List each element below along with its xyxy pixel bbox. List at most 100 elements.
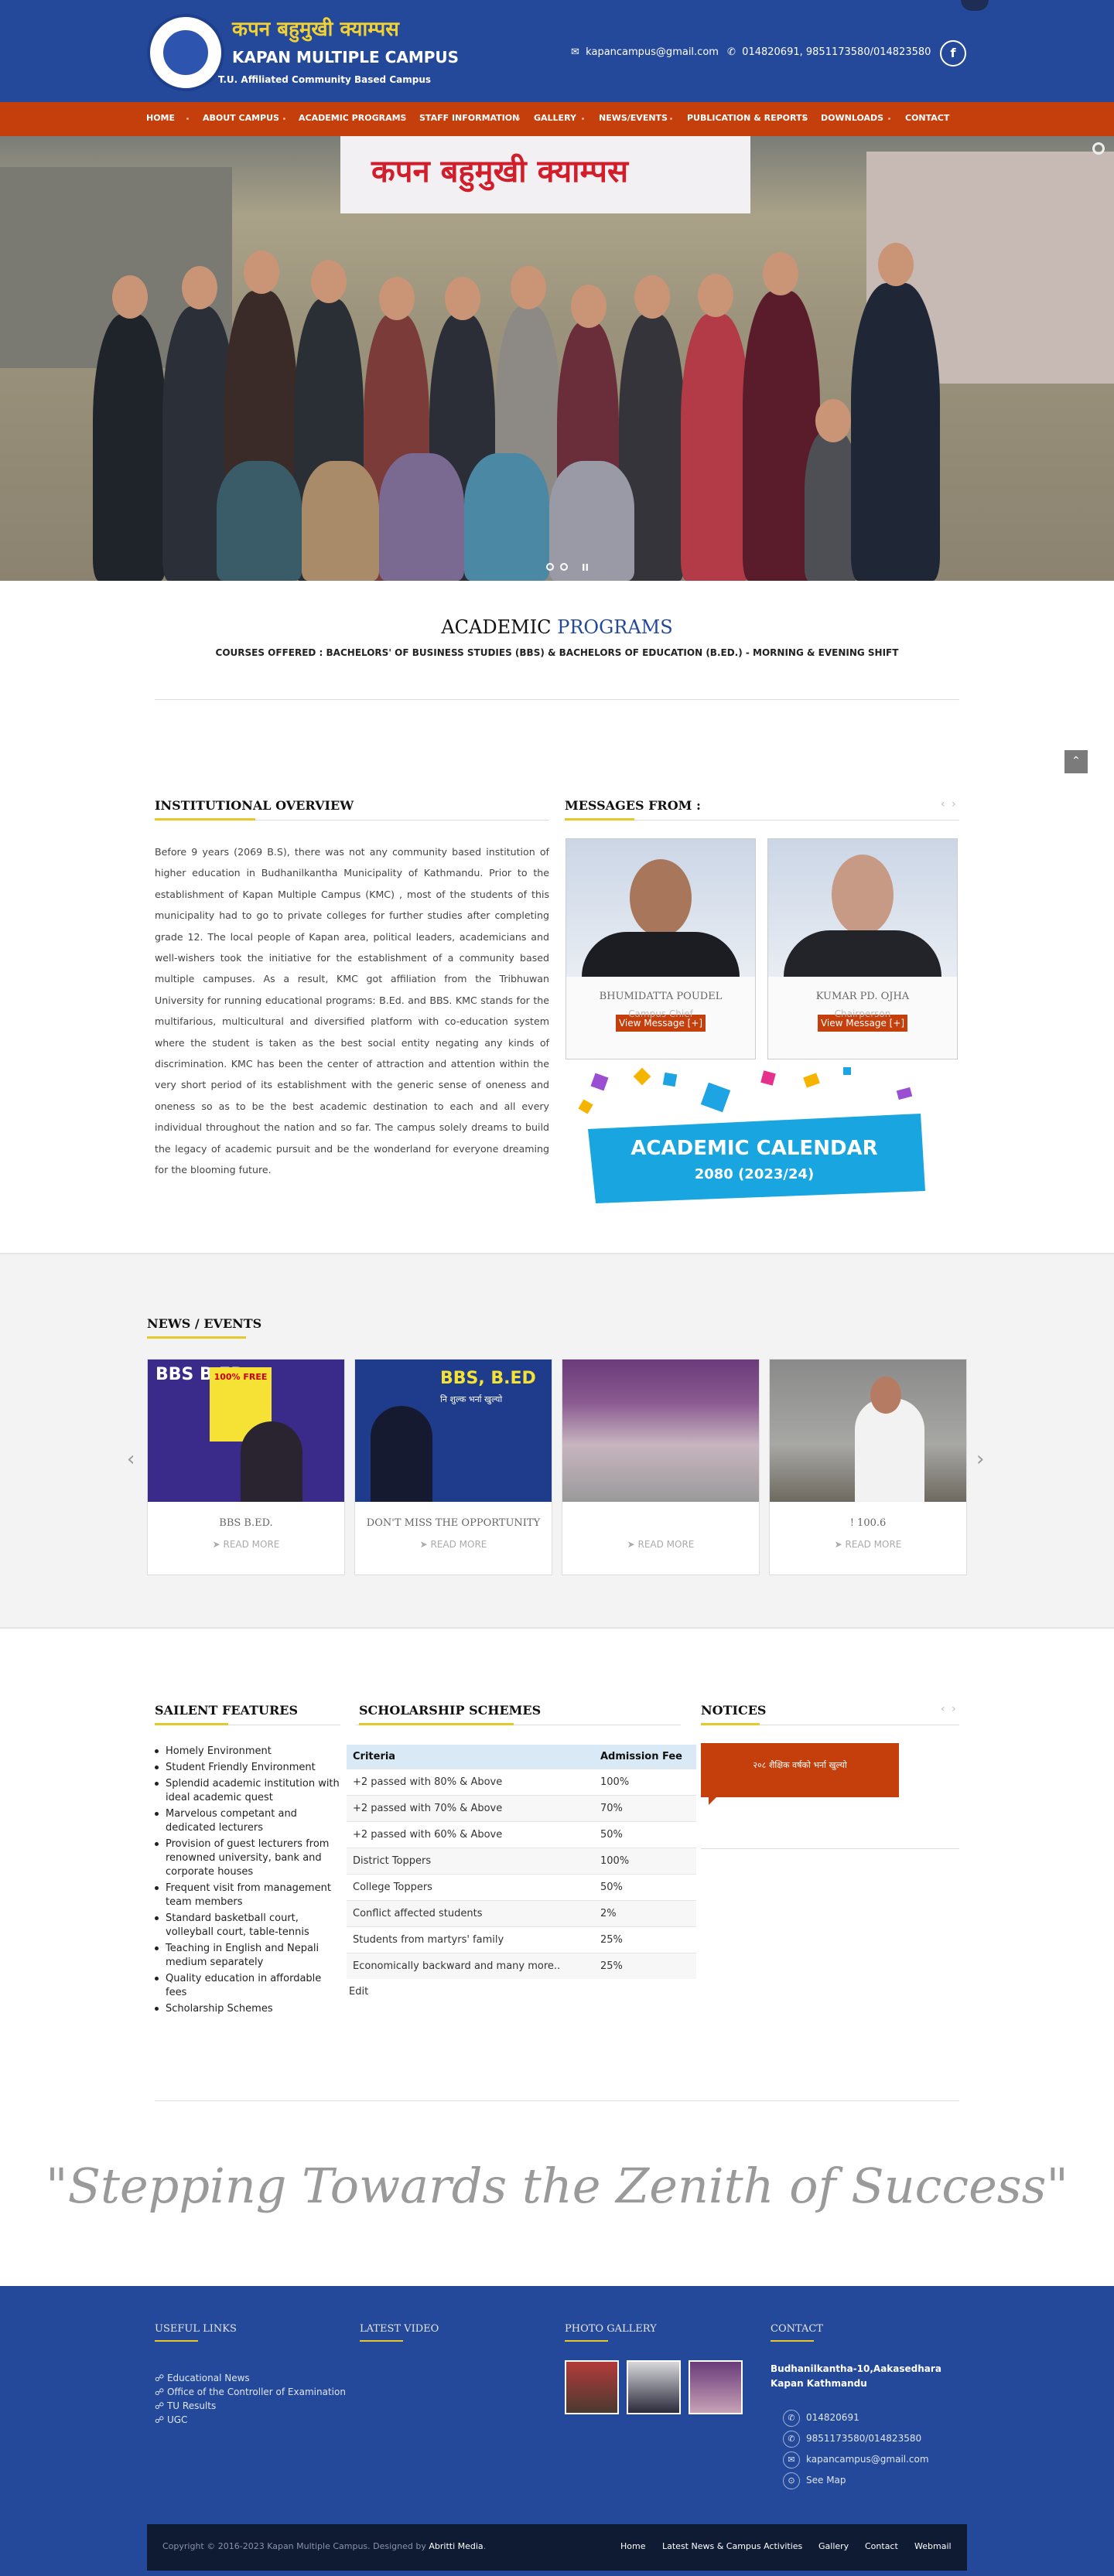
hero-person-front xyxy=(217,461,302,581)
scroll-top-button[interactable]: ⌃ xyxy=(1064,750,1088,773)
nav-publication[interactable]: PUBLICATION & REPORTS xyxy=(687,113,808,123)
footer-map[interactable]: ⊙ See Map xyxy=(783,2472,846,2489)
map-pin-icon: ⊙ xyxy=(783,2472,800,2489)
footer-useful-title: USEFUL LINKS xyxy=(155,2323,237,2335)
table-cell: District Toppers xyxy=(347,1848,594,1875)
footer-nav-contact[interactable]: Contact xyxy=(865,2541,898,2551)
footer-email[interactable]: ✉ kapancampus@gmail.com xyxy=(783,2451,929,2469)
news-image: BBS B.ED 100% FREE xyxy=(148,1360,344,1502)
header-phone[interactable]: ✆ 014820691, 9851173580/014823580 xyxy=(727,46,931,58)
read-more-link[interactable]: ➤ READ MORE xyxy=(355,1539,552,1550)
news-prev-icon[interactable]: ‹ xyxy=(127,1448,135,1471)
footer-nav-gallery[interactable]: Gallery xyxy=(818,2541,849,2551)
facebook-icon[interactable]: f xyxy=(940,40,966,67)
view-message-button[interactable]: View Message [+] xyxy=(616,1015,706,1032)
courses-offered: COURSES OFFERED : BACHELORS' OF BUSINESS… xyxy=(215,647,899,658)
title-underline xyxy=(360,2340,403,2342)
header-email[interactable]: ✉ kapancampus@gmail.com xyxy=(571,46,719,58)
list-item: Scholarship Schemes xyxy=(155,2002,340,2016)
table-cell: 100% xyxy=(594,1848,696,1875)
nav-contact[interactable]: CONTACT xyxy=(905,113,949,123)
table-row: Economically backward and many more.. 25% xyxy=(347,1953,696,1979)
gallery-thumb[interactable] xyxy=(689,2360,743,2414)
footer-phone1[interactable]: ✆ 014820691 xyxy=(783,2410,859,2427)
list-item: Teaching in English and Nepali medium se… xyxy=(155,1942,340,1970)
nav-academic[interactable]: ACADEMIC PROGRAMS xyxy=(299,113,406,123)
nav-gallery[interactable]: GALLERY xyxy=(534,113,576,123)
footer-link[interactable]: ☍ UGC xyxy=(155,2413,346,2427)
person-photo xyxy=(768,839,957,977)
notices-prev-icon[interactable]: ‹ xyxy=(941,1703,945,1715)
nav-news[interactable]: NEWS/EVENTS xyxy=(599,113,668,123)
footer-nav-webmail[interactable]: Webmail xyxy=(914,2541,952,2551)
slider-toggle-icon[interactable] xyxy=(1092,142,1105,155)
nav-separator xyxy=(582,118,584,120)
hero-person-head xyxy=(634,275,670,319)
table-header: Admission Fee xyxy=(594,1745,696,1769)
notice-tail xyxy=(709,1797,716,1805)
read-more-link[interactable]: ➤ READ MORE xyxy=(770,1539,966,1550)
footer-phone2[interactable]: ✆ 9851173580/014823580 xyxy=(783,2431,921,2448)
link-icon: ☍ xyxy=(155,2414,167,2425)
phone-icon: ✆ xyxy=(783,2431,800,2448)
gallery-thumb[interactable] xyxy=(565,2360,619,2414)
list-item: Splendid academic institution with ideal… xyxy=(155,1777,340,1805)
nav-about[interactable]: ABOUT CAMPUS xyxy=(203,113,279,123)
table-cell: 50% xyxy=(594,1821,696,1848)
table-cell: +2 passed with 70% & Above xyxy=(347,1795,594,1822)
title-underline xyxy=(565,2340,608,2342)
list-item: Provision of guest lecturers from renown… xyxy=(155,1837,340,1879)
nav-separator xyxy=(404,118,406,120)
messages-prev-icon[interactable]: ‹ xyxy=(941,798,945,810)
hero-person-front xyxy=(302,461,379,581)
table-header: Criteria xyxy=(347,1745,594,1769)
table-cell: 25% xyxy=(594,1953,696,1979)
edit-link[interactable]: Edit xyxy=(349,1986,368,1998)
nav-home[interactable]: HOME xyxy=(146,113,175,123)
hero-person xyxy=(681,314,750,581)
hero-slider[interactable]: कपन बहुमुखी क्याम्पस xyxy=(0,136,1114,581)
view-message-button[interactable]: View Message [+] xyxy=(818,1015,907,1032)
read-more-link[interactable]: ➤ READ MORE xyxy=(148,1539,344,1550)
phone-icon: ✆ xyxy=(727,46,736,58)
campus-logo[interactable] xyxy=(147,14,224,91)
news-card[interactable]: BBS, B.ED नि शुल्क भर्ना खुल्यो DON'T MI… xyxy=(354,1359,552,1575)
copyright-text: Copyright © 2016-2023 Kapan Multiple Cam… xyxy=(162,2541,487,2551)
notices-next-icon[interactable]: › xyxy=(952,1703,956,1715)
news-next-icon[interactable]: › xyxy=(976,1448,984,1471)
header-phone-text: 014820691, 9851173580/014823580 xyxy=(742,46,931,58)
hero-child-head xyxy=(815,399,851,442)
divider xyxy=(155,699,959,700)
hero-person-head xyxy=(379,277,415,320)
table-cell: Conflict affected students xyxy=(347,1900,594,1927)
hero-person xyxy=(851,283,940,581)
news-card[interactable]: ! 100.6 ➤ READ MORE xyxy=(769,1359,967,1575)
footer-link[interactable]: ☍ Educational News xyxy=(155,2371,346,2385)
footer-link[interactable]: ☍ TU Results xyxy=(155,2399,346,2413)
footer-link[interactable]: ☍ Office of the Controller of Examinatio… xyxy=(155,2385,346,2399)
designer-link[interactable]: Abritti Media xyxy=(429,2541,483,2551)
nav-downloads[interactable]: DOWNLOADS xyxy=(821,113,883,123)
slider-pause-icon[interactable]: II xyxy=(582,562,589,573)
scholarship-title: SCHOLARSHIP SCHEMES xyxy=(359,1703,542,1718)
slider-dot[interactable] xyxy=(546,563,554,571)
news-card[interactable]: BBS B.ED 100% FREE BBS B.ED. ➤ READ MORE xyxy=(147,1359,345,1575)
hero-person-front xyxy=(464,453,549,581)
news-card[interactable]: ➤ READ MORE xyxy=(562,1359,760,1575)
envelope-icon: ✉ xyxy=(571,46,579,58)
title-underline xyxy=(155,1723,228,1725)
news-image-sub: नि शुल्क भर्ना खुल्यो xyxy=(440,1394,503,1404)
footer-nav-news[interactable]: Latest News & Campus Activities xyxy=(662,2541,802,2551)
footer-contact-title: CONTACT xyxy=(771,2323,823,2335)
messages-next-icon[interactable]: › xyxy=(952,798,956,810)
slider-dot[interactable] xyxy=(560,563,568,571)
nav-staff[interactable]: STAFF INFORMATION xyxy=(419,113,519,123)
footer-nav-home[interactable]: Home xyxy=(620,2541,645,2551)
notice-item[interactable]: २०८ शैक्षिक वर्षको भर्ना खुल्यो xyxy=(701,1743,899,1797)
title-underline xyxy=(155,2340,198,2342)
gallery-thumb[interactable] xyxy=(627,2360,681,2414)
footer-map-text: See Map xyxy=(806,2475,846,2486)
academic-calendar-banner[interactable]: ACADEMIC CALENDAR 2080 (2023/24) xyxy=(572,1067,936,1206)
read-more-link[interactable]: ➤ READ MORE xyxy=(562,1539,759,1550)
title-underline xyxy=(771,2340,814,2342)
